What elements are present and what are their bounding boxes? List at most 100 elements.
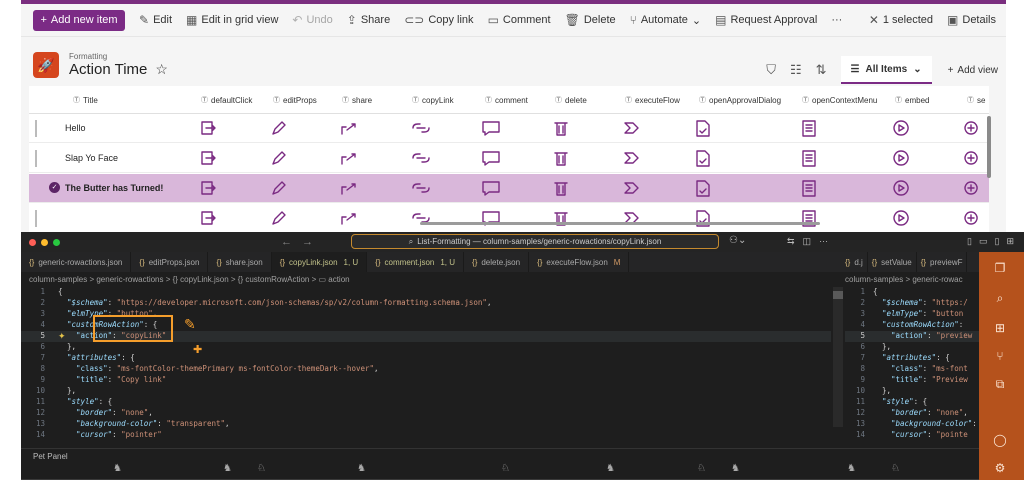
- table-row[interactable]: ✓ The Butter has Turned!: [29, 174, 989, 203]
- row-title[interactable]: Slap Yo Face: [65, 153, 118, 163]
- comment-button[interactable]: ▭ Comment: [488, 13, 551, 27]
- copilot-icon[interactable]: ⚇⌄: [729, 235, 746, 246]
- trash-icon[interactable]: [551, 179, 571, 197]
- editor-tab[interactable]: {} comment.json 1, U: [367, 252, 465, 272]
- list-document-icon[interactable]: [799, 149, 819, 167]
- column-header-embed[interactable]: Ⓣembed: [895, 95, 929, 105]
- delete-button[interactable]: 🗑 Delete: [565, 13, 616, 27]
- column-header-title[interactable]: Ⓣ Title: [73, 95, 98, 105]
- minimap-slider[interactable]: [833, 291, 843, 299]
- column-header-defaultclick[interactable]: ⓉdefaultClick: [201, 95, 252, 105]
- editor-tab[interactable]: {} editProps.json: [131, 252, 209, 272]
- table-row[interactable]: Slap Yo Face: [29, 144, 989, 173]
- comment-icon[interactable]: [481, 119, 501, 137]
- approval-document-icon[interactable]: [693, 149, 713, 167]
- comment-icon[interactable]: [481, 149, 501, 167]
- account-icon[interactable]: ◯: [992, 432, 1008, 448]
- source-control-icon[interactable]: ⑂: [992, 348, 1008, 364]
- group-icon[interactable]: ☷: [790, 62, 802, 78]
- sign-in-icon[interactable]: [199, 179, 219, 197]
- column-header-comment[interactable]: Ⓣcomment: [485, 95, 528, 105]
- pencil-icon[interactable]: [269, 179, 289, 197]
- pencil-icon[interactable]: [269, 119, 289, 137]
- breadcrumb[interactable]: column-samples > generic-rowactions > {}…: [21, 272, 831, 286]
- editor-tab[interactable]: {} delete.json: [464, 252, 530, 272]
- editor-tab[interactable]: {} d.j: [841, 252, 868, 272]
- row-title[interactable]: The Butter has Turned!: [65, 183, 163, 193]
- code-editor-right[interactable]: 1{2 "$schema": "https:/3 "elmType": "butto…: [845, 287, 979, 449]
- pencil-icon[interactable]: [269, 209, 289, 227]
- approval-document-icon[interactable]: [693, 179, 713, 197]
- toggle-secondary-sidebar-icon[interactable]: ▯: [995, 236, 1000, 247]
- star-icon[interactable]: ☆: [155, 61, 168, 78]
- search-icon[interactable]: ⌕: [992, 290, 1008, 306]
- customize-layout-icon[interactable]: ⊞: [1006, 236, 1014, 247]
- editor-tab[interactable]: {} copyLink.json 1, U: [271, 252, 368, 272]
- link-icon[interactable]: [411, 179, 431, 197]
- minimap[interactable]: [833, 287, 843, 427]
- edit-grid-button[interactable]: ▦ Edit in grid view: [186, 13, 278, 27]
- minimize-window-button[interactable]: [41, 238, 48, 246]
- flow-icon[interactable]: [623, 179, 643, 197]
- request-approval-button[interactable]: ▤ Request Approval: [715, 13, 817, 27]
- compare-icon[interactable]: ⇆: [787, 236, 795, 247]
- toggle-sidebar-icon[interactable]: ▯: [967, 236, 972, 247]
- copy-link-button[interactable]: ⊂⊃ Copy link: [404, 13, 473, 27]
- add-new-item-button[interactable]: + Add new item: [33, 9, 125, 31]
- toggle-panel-icon[interactable]: ▭: [979, 236, 988, 247]
- filter-icon[interactable]: ⛉: [766, 62, 776, 78]
- plus-circle-icon[interactable]: [961, 209, 981, 227]
- breadcrumb-right[interactable]: column-samples > generic-rowac: [845, 272, 963, 286]
- share-icon[interactable]: [339, 149, 359, 167]
- share-icon[interactable]: [339, 179, 359, 197]
- more-actions-icon[interactable]: ···: [819, 236, 828, 247]
- play-circle-icon[interactable]: [891, 209, 911, 227]
- close-window-button[interactable]: [29, 238, 36, 246]
- sign-in-icon[interactable]: [199, 209, 219, 227]
- editor-tab[interactable]: {} share.json: [208, 252, 272, 272]
- table-row[interactable]: Hello: [29, 114, 989, 143]
- remote-icon[interactable]: ⧉: [992, 376, 1008, 392]
- column-header-delete[interactable]: Ⓣdelete: [555, 95, 587, 105]
- sign-in-icon[interactable]: [199, 149, 219, 167]
- sign-in-icon[interactable]: [199, 119, 219, 137]
- editor-tab[interactable]: {} executeFlow.json M: [529, 252, 630, 272]
- forward-arrow-icon[interactable]: →: [302, 236, 313, 248]
- column-header-opencontextmenu[interactable]: ⓉopenContextMenu: [802, 95, 877, 105]
- undo-button[interactable]: ↶ Undo: [292, 13, 332, 27]
- edit-button[interactable]: ✎ Edit: [139, 13, 172, 27]
- column-header-share[interactable]: Ⓣshare: [342, 95, 372, 105]
- clear-selection-button[interactable]: ✕ 1 selected: [869, 13, 933, 27]
- editor-tab[interactable]: {} setValue: [868, 252, 917, 272]
- code-editor[interactable]: 1{2 "$schema": "https://developer.microso…: [21, 287, 831, 449]
- play-circle-icon[interactable]: [891, 149, 911, 167]
- back-arrow-icon[interactable]: ←: [281, 236, 292, 248]
- row-checkmark-icon[interactable]: ✓: [49, 182, 60, 193]
- link-icon[interactable]: [411, 119, 431, 137]
- settings-gear-icon[interactable]: ⚙: [992, 460, 1008, 476]
- view-selector[interactable]: ☰ All Items ⌄: [840, 56, 932, 84]
- row-title[interactable]: Hello: [65, 123, 86, 133]
- list-document-icon[interactable]: [799, 179, 819, 197]
- list-breadcrumb[interactable]: Formatting: [69, 52, 168, 61]
- column-header-editprops[interactable]: ⓉeditProps: [273, 95, 317, 105]
- vertical-scrollbar[interactable]: [987, 116, 991, 178]
- list-document-icon[interactable]: [799, 119, 819, 137]
- play-circle-icon[interactable]: [891, 119, 911, 137]
- pencil-icon[interactable]: [269, 149, 289, 167]
- automate-button[interactable]: ⑂ Automate ⌄: [630, 13, 702, 27]
- share-icon[interactable]: [339, 119, 359, 137]
- column-header-se[interactable]: Ⓣse: [967, 95, 985, 105]
- split-editor-icon[interactable]: ◫: [803, 236, 812, 247]
- extensions-icon[interactable]: ⊞: [992, 320, 1008, 336]
- plus-circle-icon[interactable]: [961, 119, 981, 137]
- zoom-window-button[interactable]: [53, 238, 60, 246]
- row-selector[interactable]: [35, 210, 37, 227]
- editor-tab[interactable]: {} previewF: [917, 252, 968, 272]
- share-button[interactable]: ⇪ Share: [347, 13, 390, 27]
- flow-icon[interactable]: [623, 149, 643, 167]
- command-center[interactable]: ⌕ List-Formatting — column-samples/gener…: [351, 234, 719, 249]
- plus-circle-icon[interactable]: [961, 179, 981, 197]
- row-selector[interactable]: [35, 150, 37, 167]
- trash-icon[interactable]: [551, 149, 571, 167]
